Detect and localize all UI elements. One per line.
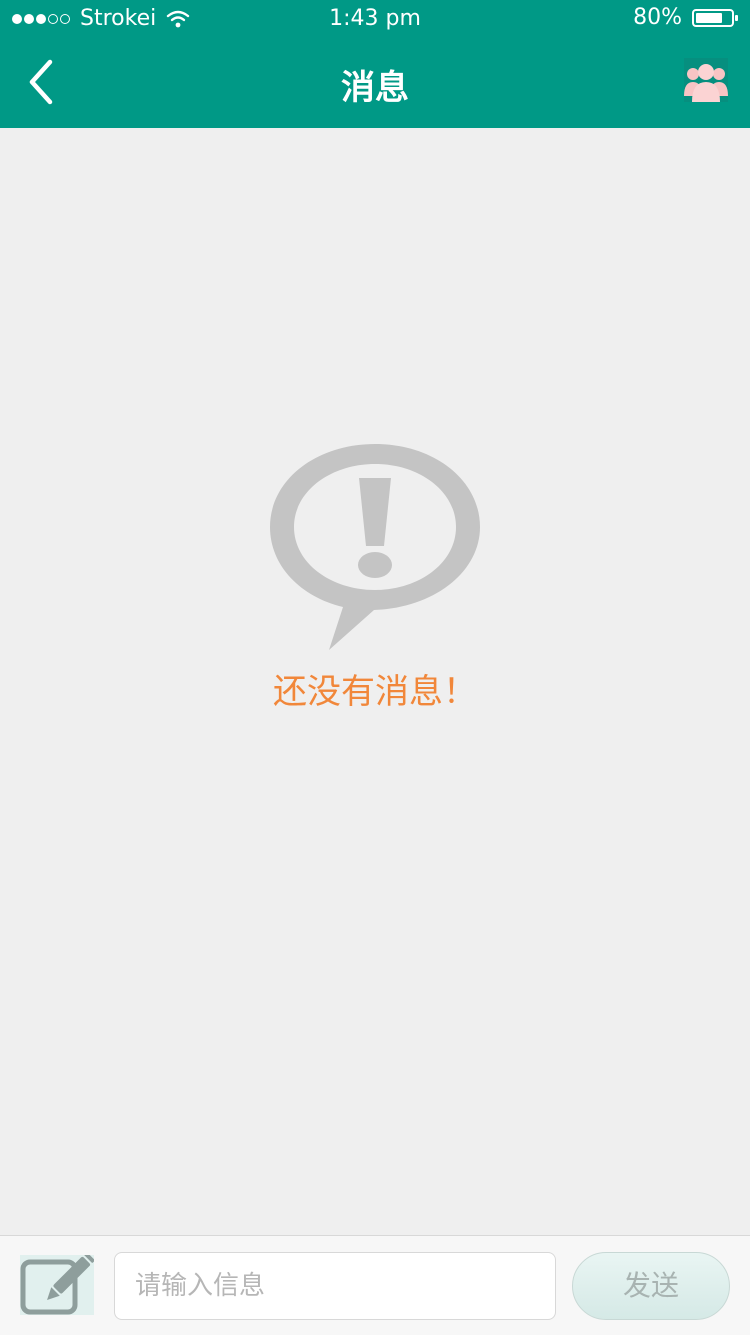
- nav-bar: 消息: [0, 38, 750, 128]
- group-button[interactable]: [684, 58, 728, 102]
- status-bar: Strokei 1:43 pm 80%: [0, 0, 750, 38]
- message-composer: 发送: [0, 1235, 750, 1335]
- send-button[interactable]: 发送: [572, 1252, 730, 1320]
- battery-icon: [692, 8, 738, 27]
- edit-button[interactable]: [20, 1252, 95, 1315]
- alert-speech-bubble-icon: [270, 444, 480, 650]
- pencil-icon: [20, 1252, 95, 1315]
- battery-percent: 80%: [633, 5, 682, 30]
- page-title: 消息: [341, 68, 409, 108]
- empty-message: 还没有消息！: [273, 672, 477, 712]
- battery-area: 80%: [633, 5, 738, 30]
- group-icon: [684, 58, 728, 102]
- header: Strokei 1:43 pm 80% 消息: [0, 0, 750, 128]
- message-input[interactable]: [114, 1252, 556, 1320]
